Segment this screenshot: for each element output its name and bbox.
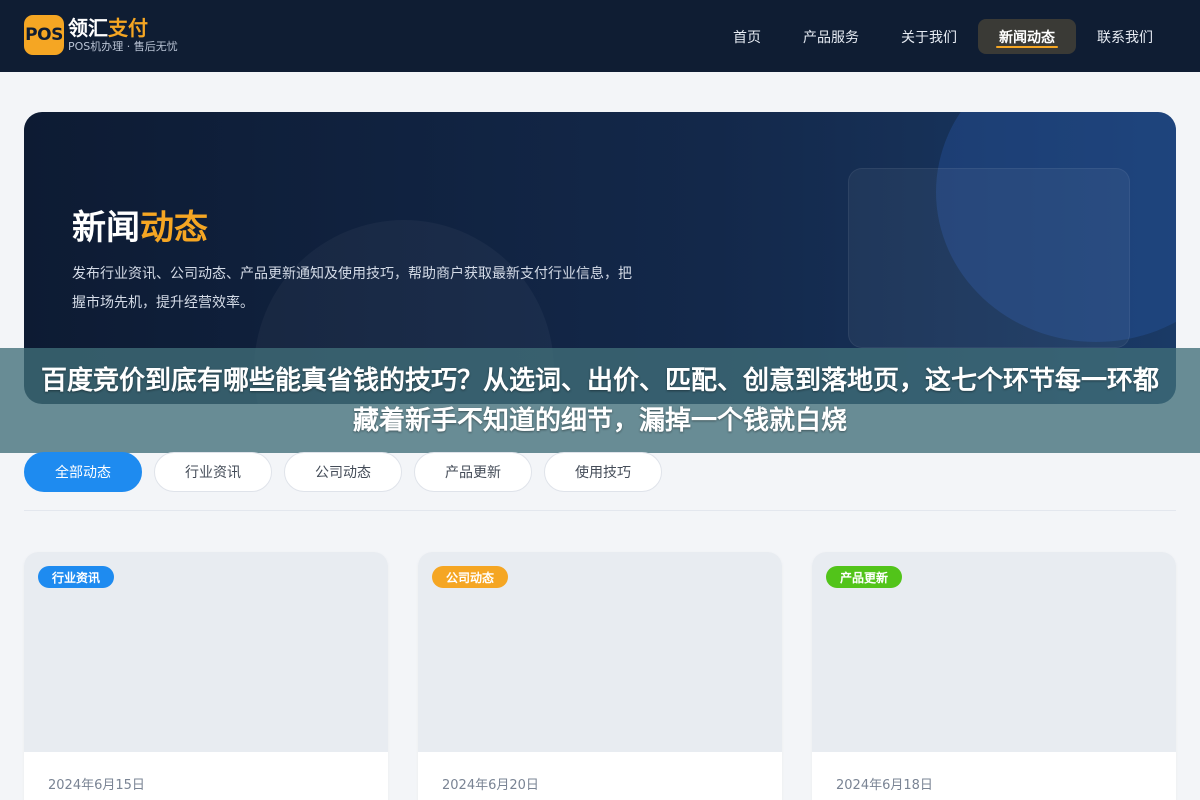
site-header: POS 领汇支付 POS机办理 · 售后无忧 首页 产品服务 关于我们 新闻动态… — [0, 0, 1200, 72]
news-card-date: 2024年6月15日 — [48, 778, 145, 793]
news-card-list: 行业资讯 2024年6月15日 公司动态 2024年6月20日 产品更新 202… — [24, 552, 1176, 800]
main-nav: 首页 产品服务 关于我们 新闻动态 联系我们 — [712, 19, 1174, 54]
category-badge: 公司动态 — [432, 566, 509, 588]
tab-tips[interactable]: 使用技巧 — [544, 452, 662, 492]
nav-item-products[interactable]: 产品服务 — [782, 19, 880, 54]
logo-badge: POS — [24, 15, 64, 55]
hero-description: 发布行业资讯、公司动态、产品更新通知及使用技巧，帮助商户获取最新支付行业信息，把… — [72, 266, 632, 311]
news-card[interactable]: 行业资讯 2024年6月15日 — [24, 552, 388, 800]
tab-product-update[interactable]: 产品更新 — [414, 452, 532, 492]
logo[interactable]: POS 领汇支付 POS机办理 · 售后无忧 — [24, 15, 178, 55]
news-card[interactable]: 公司动态 2024年6月20日 — [418, 552, 782, 800]
hero-decor-box — [848, 168, 1130, 348]
headline-overlay: 百度竞价到底有哪些能真省钱的技巧？从选词、出价、匹配、创意到落地页，这七个环节每… — [0, 348, 1200, 453]
news-card-image: 产品更新 — [812, 552, 1176, 752]
category-tabs: 全部动态 行业资讯 公司动态 产品更新 使用技巧 — [24, 452, 662, 492]
hero-title: 新闻动态 — [72, 200, 208, 249]
logo-name-part1: 领汇 — [68, 16, 108, 40]
tab-company[interactable]: 公司动态 — [284, 452, 402, 492]
tab-all[interactable]: 全部动态 — [24, 452, 142, 492]
hero-title-part2: 动态 — [140, 208, 208, 248]
logo-name: 领汇支付 — [68, 16, 178, 40]
news-card-image: 公司动态 — [418, 552, 782, 752]
divider — [24, 510, 1176, 511]
nav-item-home[interactable]: 首页 — [712, 19, 782, 54]
category-badge: 产品更新 — [826, 566, 903, 588]
category-badge: 行业资讯 — [38, 566, 115, 588]
news-card-date: 2024年6月20日 — [442, 778, 539, 793]
news-card-image: 行业资讯 — [24, 552, 388, 752]
news-card-date: 2024年6月18日 — [836, 778, 933, 793]
nav-item-news[interactable]: 新闻动态 — [978, 19, 1076, 54]
logo-name-part2: 支付 — [108, 16, 148, 40]
tab-industry[interactable]: 行业资讯 — [154, 452, 272, 492]
nav-item-contact[interactable]: 联系我们 — [1076, 19, 1174, 54]
nav-item-about[interactable]: 关于我们 — [880, 19, 978, 54]
hero-title-part1: 新闻 — [72, 208, 140, 248]
headline-overlay-text: 百度竞价到底有哪些能真省钱的技巧？从选词、出价、匹配、创意到落地页，这七个环节每… — [40, 365, 1159, 436]
news-card[interactable]: 产品更新 2024年6月18日 — [812, 552, 1176, 800]
logo-text: 领汇支付 POS机办理 · 售后无忧 — [68, 16, 178, 54]
logo-subtitle: POS机办理 · 售后无忧 — [68, 40, 178, 53]
